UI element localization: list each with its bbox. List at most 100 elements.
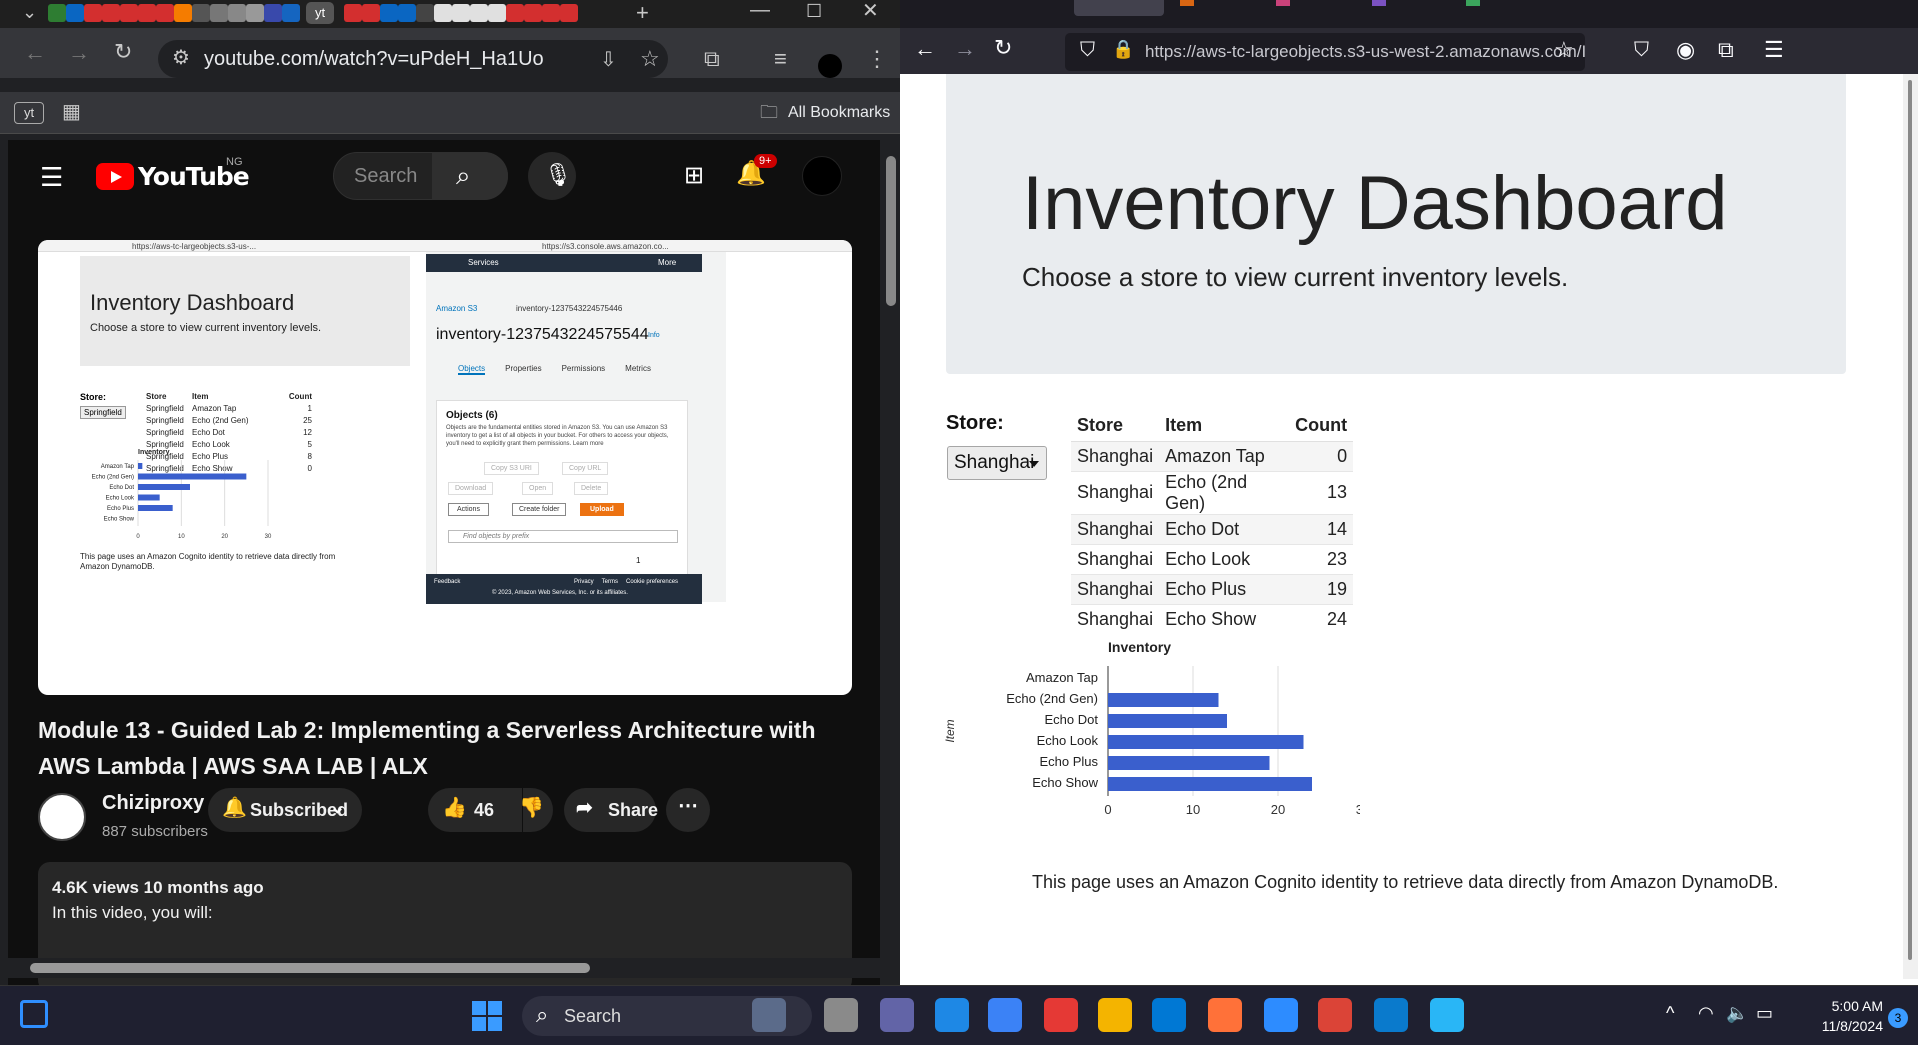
pinned-tab-favicon[interactable]: [66, 4, 84, 22]
pinned-tab-favicon[interactable]: [174, 4, 192, 22]
tracking-shield-icon[interactable]: ⛉: [1080, 40, 1095, 60]
pinned-tab-favicon[interactable]: [84, 4, 102, 22]
wifi-icon[interactable]: ◠: [1698, 1004, 1714, 1022]
hamburger-menu-icon[interactable]: ☰: [40, 164, 63, 190]
vertical-scrollbar[interactable]: [882, 140, 900, 970]
tab-yt[interactable]: yt: [306, 2, 334, 24]
pinned-tab-favicon[interactable]: [344, 4, 362, 22]
edge-icon[interactable]: [935, 998, 969, 1032]
pinned-tab-favicon[interactable]: [380, 4, 398, 22]
new-tab-icon[interactable]: +: [636, 2, 649, 24]
pinned-tab-favicon[interactable]: [470, 4, 488, 22]
pinned-tab-favicon[interactable]: [542, 4, 560, 22]
pinned-tab-favicon[interactable]: [282, 4, 300, 22]
pinned-tab-favicon[interactable]: [524, 4, 542, 22]
close-window-icon[interactable]: ✕: [862, 1, 879, 21]
pocket-icon[interactable]: ⛉: [1634, 40, 1649, 60]
ff-address-bar[interactable]: https://aws-tc-largeobjects.s3-us-west-2…: [1065, 33, 1585, 71]
file-explorer-task-icon[interactable]: [824, 998, 858, 1032]
profile-avatar[interactable]: [818, 54, 842, 78]
chevron-up-icon[interactable]: ^: [1666, 1004, 1674, 1022]
store-icon[interactable]: [1152, 998, 1186, 1032]
lock-icon[interactable]: 🔒: [1112, 40, 1134, 58]
ff-back-icon[interactable]: ←: [914, 38, 936, 60]
tab-search-icon[interactable]: ⌄: [22, 3, 37, 21]
pinned-tab-favicon[interactable]: [48, 4, 66, 22]
pinned-tab-favicon[interactable]: [362, 4, 380, 22]
pinned-tab-favicon[interactable]: [246, 4, 264, 22]
install-icon[interactable]: ⇩: [600, 50, 617, 70]
windows-start-icon[interactable]: [472, 1001, 502, 1031]
minimize-icon[interactable]: —: [750, 0, 770, 20]
pinned-tab-favicon[interactable]: [434, 4, 452, 22]
yt-bookmark[interactable]: yt: [14, 102, 44, 124]
create-video-icon[interactable]: ⊞: [684, 164, 704, 188]
ff-extensions-icon[interactable]: ⧉: [1718, 39, 1734, 61]
pinned-tab-favicon[interactable]: [264, 4, 282, 22]
channel-avatar[interactable]: [38, 793, 86, 841]
ff-reload-icon[interactable]: ↻: [994, 37, 1012, 59]
video-player[interactable]: https://aws-tc-largeobjects.s3-us-... ht…: [38, 240, 852, 695]
notepad-icon[interactable]: [988, 998, 1022, 1032]
reload-icon[interactable]: ↻: [114, 41, 132, 63]
task-view-left-icon[interactable]: [20, 1000, 48, 1028]
ff-tab-green[interactable]: [1466, 0, 1480, 6]
pinned-tab-favicon[interactable]: [138, 4, 156, 22]
account-icon[interactable]: ◉: [1676, 39, 1695, 61]
apps-grid-icon[interactable]: ▦: [62, 102, 81, 122]
like-button[interactable]: 👍 46: [428, 788, 522, 832]
channel-name[interactable]: Chiziproxy: [102, 792, 204, 815]
pinned-tab-favicon[interactable]: [210, 4, 228, 22]
pinned-tab-favicon[interactable]: [560, 4, 578, 22]
zoom-icon[interactable]: [1264, 998, 1298, 1032]
ff-active-tab[interactable]: [1074, 0, 1164, 16]
ff-tab-purple[interactable]: [1372, 0, 1386, 6]
dislike-button[interactable]: 👎: [519, 788, 553, 832]
vscode-icon[interactable]: [1374, 998, 1408, 1032]
pinned-tab-favicon[interactable]: [398, 4, 416, 22]
account-avatar[interactable]: [802, 156, 842, 196]
clock-date[interactable]: 11/8/2024: [1797, 1018, 1883, 1034]
menu-dots-icon[interactable]: ⋮: [866, 48, 888, 70]
bookmark-star-icon[interactable]: ☆: [640, 48, 660, 70]
pinned-tab-favicon[interactable]: [452, 4, 470, 22]
store-select[interactable]: Shanghai: [947, 446, 1047, 480]
ff-scroll-thumb[interactable]: [1908, 80, 1912, 960]
ff-tab-pink[interactable]: [1276, 0, 1290, 6]
pinned-tab-favicon[interactable]: [156, 4, 174, 22]
pinned-tab-favicon[interactable]: [228, 4, 246, 22]
paint-icon[interactable]: [1430, 998, 1464, 1032]
firefox-icon[interactable]: [1208, 998, 1242, 1032]
folder-app-icon[interactable]: [1098, 998, 1132, 1032]
notification-badge[interactable]: 3: [1888, 1008, 1908, 1028]
more-actions-button[interactable]: ⋯: [666, 788, 710, 832]
voice-search-button[interactable]: 🎙: [528, 152, 576, 200]
ff-bookmark-star-icon[interactable]: ☆: [1554, 39, 1574, 61]
pinned-tab-favicon[interactable]: [506, 4, 524, 22]
back-icon[interactable]: ←: [24, 42, 46, 64]
share-button[interactable]: ➦ Share: [564, 788, 658, 832]
pinned-tab-favicon[interactable]: [120, 4, 138, 22]
hscroll-thumb[interactable]: [30, 963, 590, 973]
ff-tab-orange[interactable]: [1180, 0, 1194, 6]
ff-menu-icon[interactable]: ☰: [1764, 39, 1784, 61]
teams-icon[interactable]: [880, 998, 914, 1032]
address-bar[interactable]: youtube.com/watch?v=uPdeH_Ha1Uo: [158, 40, 668, 78]
pinned-tab-favicon[interactable]: [488, 4, 506, 22]
site-info-icon[interactable]: ⚙: [172, 48, 190, 68]
ff-scrollbar[interactable]: [1903, 74, 1918, 979]
extensions-icon[interactable]: ⧉: [704, 48, 720, 70]
ff-forward-icon[interactable]: →: [954, 38, 976, 60]
pinned-tab-favicon[interactable]: [416, 4, 434, 22]
scroll-thumb[interactable]: [886, 156, 896, 306]
horizontal-scrollbar[interactable]: [8, 958, 882, 978]
pinned-tab-favicon[interactable]: [102, 4, 120, 22]
subscribed-button[interactable]: 🔔 Subscribed ⌄: [208, 788, 362, 832]
chrome-icon[interactable]: [1044, 998, 1078, 1032]
clock-time[interactable]: 5:00 AM: [1797, 998, 1883, 1014]
chrome-profile-icon[interactable]: [1318, 998, 1352, 1032]
media-icon[interactable]: ≡: [774, 48, 787, 70]
volume-icon[interactable]: 🔈: [1726, 1004, 1748, 1022]
photos-app-icon[interactable]: [752, 998, 786, 1032]
forward-icon[interactable]: →: [68, 42, 90, 64]
